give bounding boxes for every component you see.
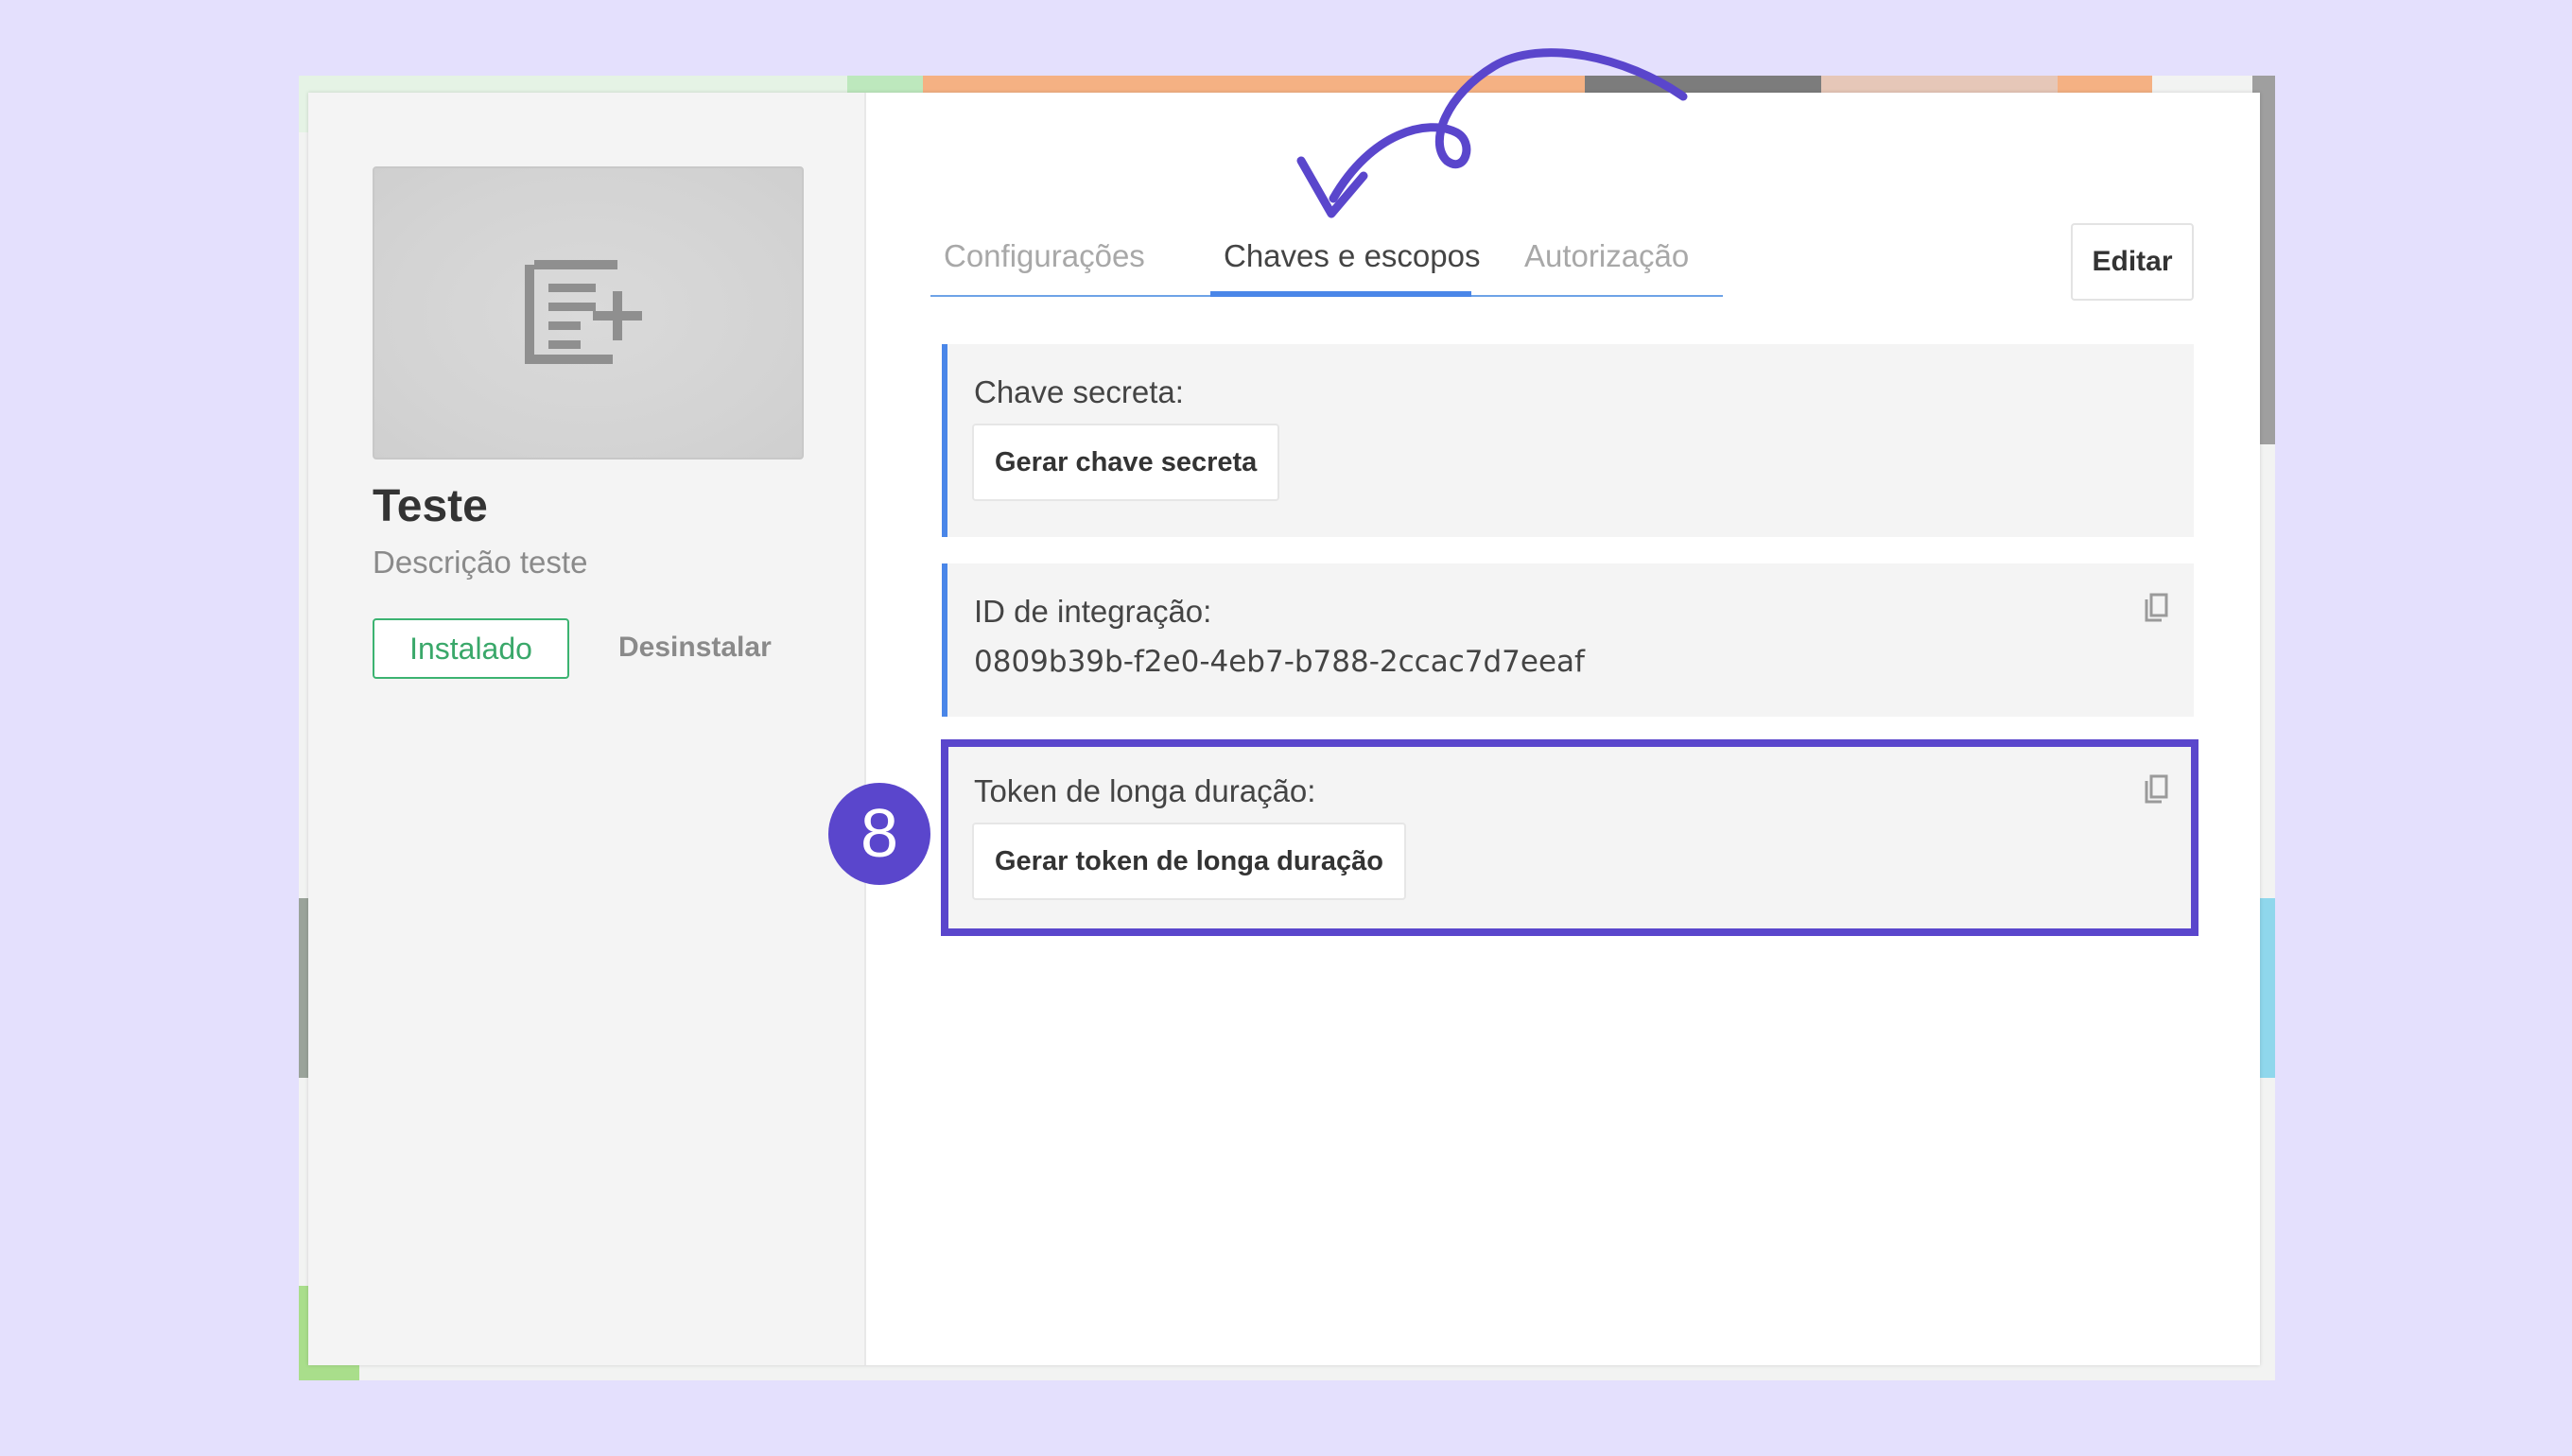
copy-icon[interactable] (2143, 592, 2169, 624)
add-list-icon (525, 260, 642, 364)
integration-id-section: ID de integração: 0809b39b-f2e0-4eb7-b78… (942, 563, 2194, 717)
app-title: Teste (373, 481, 488, 531)
edit-button[interactable]: Editar (2071, 223, 2194, 301)
secret-key-section: Chave secreta: Gerar chave secreta (942, 344, 2194, 537)
app-summary-panel: Teste Descrição teste Instalado Desinsta… (308, 93, 866, 1365)
active-tab-indicator (1210, 291, 1471, 297)
app-details-modal: Teste Descrição teste Instalado Desinsta… (308, 93, 2260, 1365)
integration-id-label: ID de integração: (974, 594, 1212, 629)
installed-button[interactable]: Instalado (373, 618, 569, 679)
secret-key-label: Chave secreta: (974, 374, 1184, 409)
tab-configuracoes[interactable]: Configurações (944, 238, 1145, 274)
step-badge: 8 (828, 783, 930, 885)
app-description: Descrição teste (373, 545, 588, 580)
integration-id-value: 0809b39b-f2e0-4eb7-b788-2ccac7d7eeaf (974, 645, 1585, 679)
generate-secret-key-button[interactable]: Gerar chave secreta (972, 424, 1280, 501)
app-image (373, 166, 804, 459)
uninstall-button[interactable]: Desinstalar (618, 632, 772, 664)
arrow-icon (1296, 48, 1688, 218)
highlight-box (941, 739, 2198, 936)
